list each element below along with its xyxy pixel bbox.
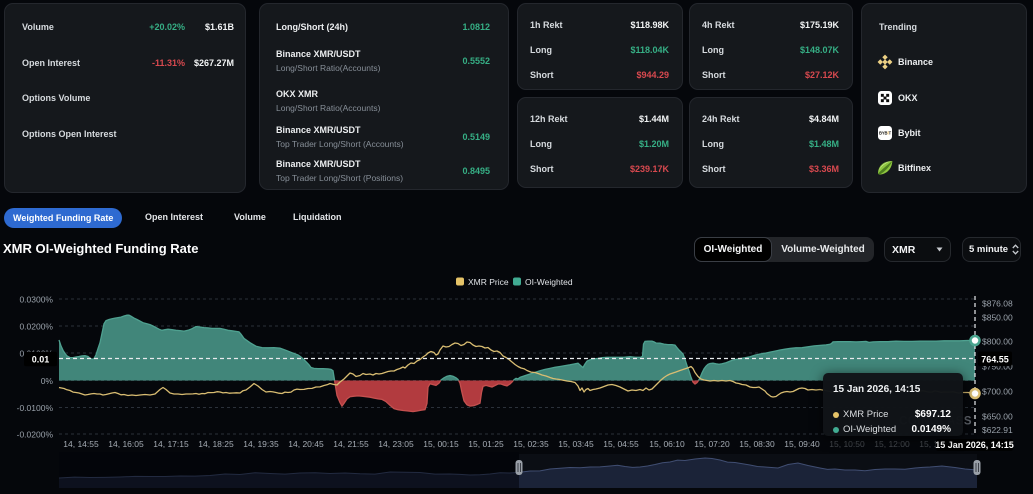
svg-text:0.0200%: 0.0200% <box>19 322 53 332</box>
svg-text:15, 00:15: 15, 00:15 <box>423 439 459 449</box>
svg-text:$650.00: $650.00 <box>982 412 1013 422</box>
svg-text:15, 06:10: 15, 06:10 <box>649 439 685 449</box>
svg-text:14, 17:15: 14, 17:15 <box>153 439 189 449</box>
svg-text:15, 02:35: 15, 02:35 <box>513 439 549 449</box>
svg-text:15, 09:40: 15, 09:40 <box>784 439 820 449</box>
svg-text:15, 12:00: 15, 12:00 <box>874 439 910 449</box>
svg-text:14, 23:05: 14, 23:05 <box>378 439 414 449</box>
svg-text:$800.00: $800.00 <box>982 337 1013 347</box>
svg-text:15 Jan 2026, 14:15: 15 Jan 2026, 14:15 <box>935 440 1014 450</box>
svg-text:764.55: 764.55 <box>981 355 1009 365</box>
svg-text:15, 07:20: 15, 07:20 <box>694 439 730 449</box>
svg-text:0.01: 0.01 <box>32 355 50 365</box>
svg-text:15, 04:55: 15, 04:55 <box>603 439 639 449</box>
svg-text:15, 01:25: 15, 01:25 <box>468 439 504 449</box>
svg-text:OI-Weighted: OI-Weighted <box>525 277 573 287</box>
svg-text:14, 21:55: 14, 21:55 <box>333 439 369 449</box>
svg-text:14, 20:45: 14, 20:45 <box>288 439 324 449</box>
svg-text:14, 19:35: 14, 19:35 <box>243 439 279 449</box>
svg-text:14, 16:05: 14, 16:05 <box>108 439 144 449</box>
svg-text:-0.0100%: -0.0100% <box>17 403 54 413</box>
svg-text:$850.00: $850.00 <box>982 313 1013 323</box>
svg-text:$622.91: $622.91 <box>982 425 1013 435</box>
svg-text:15, 03:45: 15, 03:45 <box>558 439 594 449</box>
svg-text:$700.00: $700.00 <box>982 387 1013 397</box>
svg-text:0.0300%: 0.0300% <box>19 295 53 305</box>
svg-text:14, 14:55: 14, 14:55 <box>63 439 99 449</box>
svg-text:XMR Price: XMR Price <box>468 277 509 287</box>
svg-text:BYB!T: BYB!T <box>879 131 892 136</box>
svg-text:14, 18:25: 14, 18:25 <box>198 439 234 449</box>
svg-text:-0.0200%: -0.0200% <box>17 430 54 440</box>
svg-text:0%: 0% <box>41 376 54 386</box>
svg-text:15, 08:30: 15, 08:30 <box>739 439 775 449</box>
svg-text:$876.08: $876.08 <box>982 299 1013 309</box>
svg-text:15, 10:50: 15, 10:50 <box>829 439 865 449</box>
